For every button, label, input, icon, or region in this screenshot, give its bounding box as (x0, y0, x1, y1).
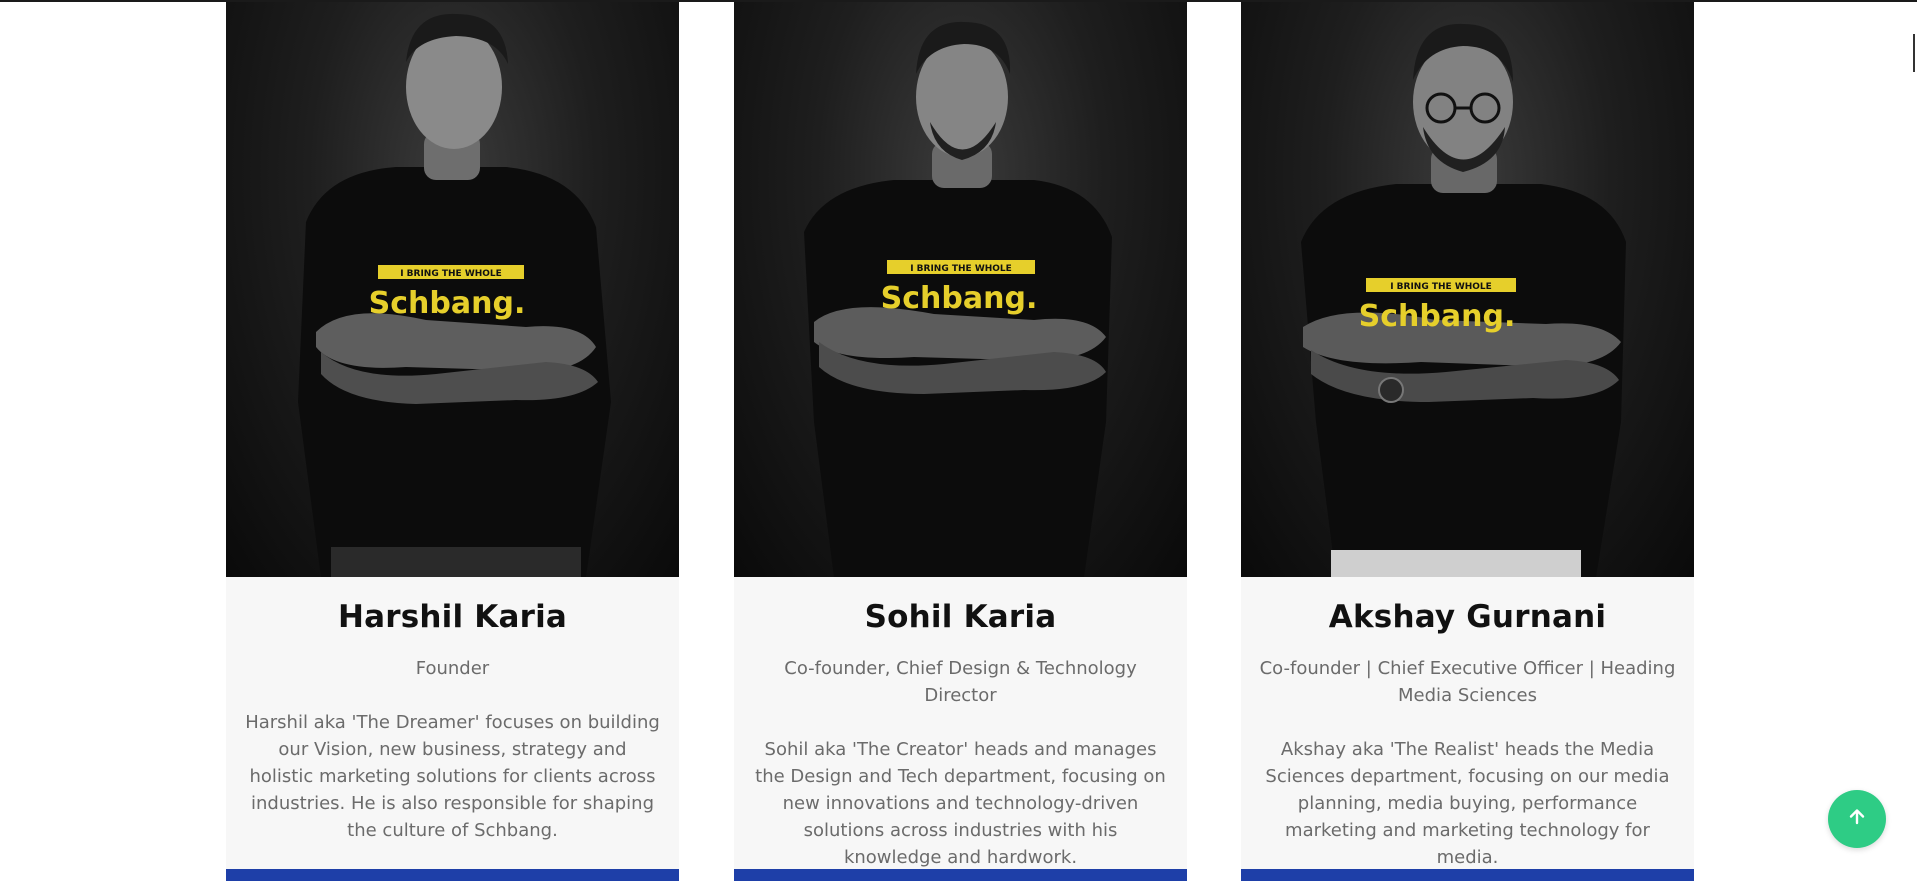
shirt-tagline: I BRING THE WHOLE (910, 264, 1012, 274)
member-role: Founder (415, 658, 490, 679)
team-card-akshay: I BRING THE WHOLE Schbang. Akshay Gurnan… (1241, 2, 1694, 881)
shirt-logo: Schbang. (1359, 299, 1516, 334)
member-photo: I BRING THE WHOLE Schbang. (226, 2, 679, 577)
back-to-top-button[interactable] (1828, 790, 1886, 848)
shirt-logo: Schbang. (881, 281, 1038, 316)
member-bio: Harshil aka 'The Dreamer' focuses on bui… (245, 712, 660, 841)
member-name: Akshay Gurnani (1328, 599, 1607, 635)
card-accent-bar (1241, 869, 1694, 881)
card-accent-bar (226, 869, 679, 881)
member-role: Co-founder, Chief Design & Technology Di… (784, 658, 1137, 706)
member-photo: I BRING THE WHOLE Schbang. (1241, 2, 1694, 577)
scrollbar-thumb[interactable] (1913, 34, 1915, 72)
shirt-tagline: I BRING THE WHOLE (1390, 282, 1492, 292)
member-name: Harshil Karia (337, 599, 568, 635)
arrow-up-icon (1847, 807, 1867, 832)
shirt-logo: Schbang. (369, 286, 526, 321)
member-name: Sohil Karia (864, 599, 1057, 635)
member-photo: I BRING THE WHOLE Schbang. (734, 2, 1187, 577)
team-section: I BRING THE WHOLE Schbang. Harshil Karia… (226, 2, 1695, 881)
member-role: Co-founder | Chief Executive Officer | H… (1259, 658, 1676, 706)
team-card-harshil: I BRING THE WHOLE Schbang. Harshil Karia… (226, 2, 679, 881)
team-card-sohil: I BRING THE WHOLE Schbang. Sohil Karia C… (734, 2, 1187, 881)
member-bio: Sohil aka 'The Creator' heads and manage… (755, 739, 1166, 868)
shirt-tagline: I BRING THE WHOLE (400, 269, 502, 279)
card-accent-bar (734, 869, 1187, 881)
member-bio: Akshay aka 'The Realist' heads the Media… (1265, 739, 1670, 868)
